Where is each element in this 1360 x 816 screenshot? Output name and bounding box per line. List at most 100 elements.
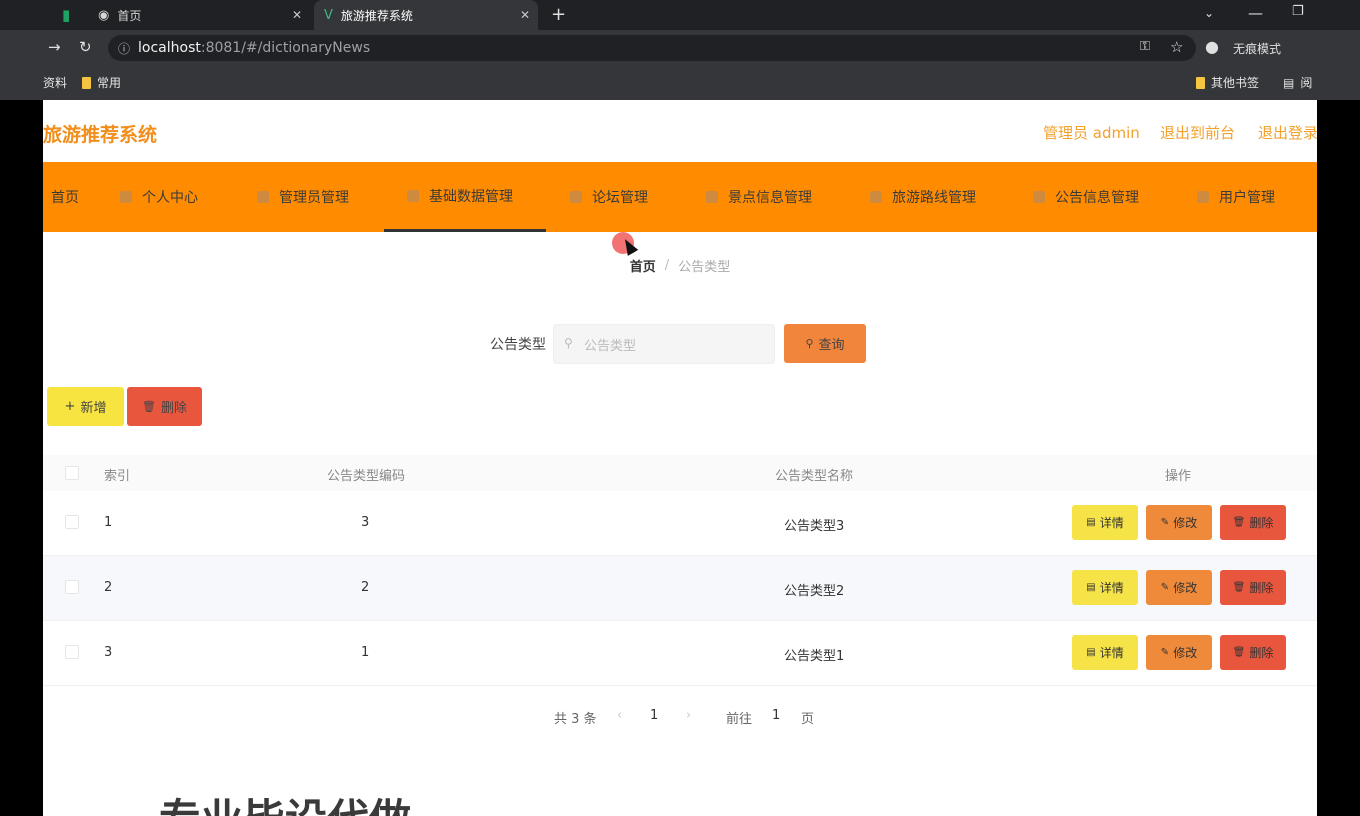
prev-page-icon[interactable]: ‹ [617, 708, 622, 723]
cell-name: 公告类型1 [784, 649, 845, 664]
new-tab-button[interactable]: + [551, 4, 566, 25]
url-path: :8081/#/dictionaryNews [200, 40, 371, 56]
table-row: 3 1 公告类型1 ▤ 详情 ✎ 修改 🗑 删除 [43, 621, 1317, 686]
query-button-label: 查询 [818, 338, 845, 353]
edit-label: 修改 [1173, 581, 1198, 595]
forward-icon[interactable]: → [48, 38, 61, 56]
breadcrumb-home[interactable]: 首页 [630, 256, 656, 275]
search-placeholder: 公告类型 [584, 338, 637, 354]
nav-item-attractions[interactable]: 景点信息管理 [706, 162, 812, 232]
nav-item-announcements[interactable]: 公告信息管理 [1033, 162, 1139, 232]
back-to-front-link[interactable]: 退出到前台 [1160, 122, 1235, 143]
url-host: localhost [138, 40, 201, 56]
detail-button[interactable]: ▤ 详情 [1072, 635, 1138, 670]
column-header-actions: 操作 [1165, 469, 1192, 484]
page-number[interactable]: 1 [650, 708, 658, 723]
cell-code: 3 [361, 515, 370, 530]
query-button[interactable]: ⚲ 查询 [784, 324, 866, 363]
close-tab-icon[interactable]: ✕ [520, 8, 530, 22]
minimize-icon[interactable]: — [1248, 4, 1263, 22]
row-checkbox[interactable] [65, 645, 79, 659]
nav-item-profile[interactable]: 个人中心 [120, 162, 198, 232]
nav-item-users[interactable]: 用户管理 [1197, 162, 1275, 232]
delete-button[interactable]: 🗑 删除 [1220, 505, 1286, 540]
attraction-icon [706, 191, 718, 203]
document-icon: ▤ [1086, 517, 1096, 528]
nav-label: 公告信息管理 [1055, 190, 1139, 206]
address-bar[interactable]: ⓘ localhost:8081/#/dictionaryNews [108, 35, 1196, 61]
bookmark-item[interactable]: 资料 [43, 74, 67, 91]
announcement-icon [1033, 191, 1045, 203]
next-page-icon[interactable]: › [686, 708, 691, 723]
bookmark-label: 资料 [43, 76, 68, 90]
nav-item-home[interactable]: 首页 [51, 162, 79, 232]
goto-page-input[interactable]: 1 [772, 708, 780, 723]
cell-name: 公告类型3 [784, 519, 845, 534]
search-icon: ⚲ [805, 337, 814, 350]
breadcrumb: 首页 / 公告类型 [43, 232, 1317, 298]
detail-button[interactable]: ▤ 详情 [1072, 505, 1138, 540]
reload-icon[interactable]: ↻ [79, 38, 92, 56]
detail-label: 详情 [1099, 516, 1124, 530]
delete-button[interactable]: 🗑 删除 [1220, 635, 1286, 670]
route-icon [870, 191, 882, 203]
nav-item-basic-data[interactable]: 基础数据管理 [384, 162, 546, 232]
vue-icon: V [324, 7, 333, 23]
info-icon[interactable]: ⓘ [118, 40, 130, 57]
delete-button[interactable]: 🗑 删除 [1220, 570, 1286, 605]
incognito-icon: ● [1205, 37, 1219, 56]
table-row: 1 3 公告类型3 ▤ 详情 ✎ 修改 🗑 删除 [43, 491, 1317, 556]
nav-label: 用户管理 [1219, 190, 1275, 206]
row-checkbox[interactable] [65, 580, 79, 594]
user-icon [120, 191, 132, 203]
delete-label: 删除 [1249, 516, 1274, 530]
select-all-checkbox[interactable] [65, 466, 79, 480]
nav-item-routes[interactable]: 旅游路线管理 [870, 162, 976, 232]
search-input[interactable]: ⚲ 公告类型 [553, 324, 775, 364]
add-button[interactable]: + 新增 [47, 387, 124, 426]
pagination: 共 3 条 ‹ 1 › 前往 1 页 [43, 706, 1317, 727]
nav-item-forum[interactable]: 论坛管理 [570, 162, 648, 232]
incognito-label[interactable]: 无痕模式 [1233, 40, 1281, 57]
pencil-icon: ✎ [1160, 582, 1170, 593]
admin-icon [257, 191, 269, 203]
nav-item-admins[interactable]: 管理员管理 [257, 162, 349, 232]
database-icon [407, 189, 419, 202]
cell-code: 2 [361, 580, 370, 595]
bookmarks-bar: 资料 常用 其他书签 ▤ 阅 [0, 66, 1360, 100]
delete-label: 删除 [1249, 581, 1274, 595]
close-tab-icon[interactable]: ✕ [292, 8, 302, 22]
browser-tab-home[interactable]: ◉ 首页 ✕ [88, 0, 310, 30]
bookmark-item[interactable]: 常用 [82, 74, 121, 91]
detail-button[interactable]: ▤ 详情 [1072, 570, 1138, 605]
cell-name: 公告类型2 [784, 584, 845, 599]
globe-icon: ◉ [98, 7, 110, 23]
edit-button[interactable]: ✎ 修改 [1146, 505, 1212, 540]
bookmark-label: 常用 [97, 76, 122, 90]
document-icon: ▤ [1086, 582, 1096, 593]
sheets-icon[interactable]: ▮ [62, 6, 70, 24]
tab-search-icon[interactable]: ⌄ [1204, 6, 1214, 20]
plus-icon: + [64, 399, 76, 414]
pagination-total: 共 3 条 [554, 712, 597, 727]
folder-icon [82, 76, 91, 89]
star-icon[interactable]: ☆ [1170, 38, 1183, 56]
delete-button-label: 删除 [160, 401, 187, 416]
browser-tab-active[interactable]: V 旅游推荐系统 ✕ [314, 0, 538, 30]
bookmark-item[interactable]: ▤ 阅 [1283, 74, 1312, 91]
trash-icon: 🗑 [1232, 582, 1246, 593]
bookmark-item[interactable]: 其他书签 [1196, 74, 1259, 91]
key-icon[interactable]: ⚿ [1140, 39, 1150, 54]
logout-link[interactable]: 退出登录 [1258, 122, 1317, 143]
edit-button[interactable]: ✎ 修改 [1146, 570, 1212, 605]
restore-icon[interactable]: ❐ [1292, 4, 1304, 19]
site-brand: 旅游推荐系统 [43, 124, 158, 146]
nav-label: 管理员管理 [279, 190, 349, 206]
watermark: 专业毕设代做 [159, 786, 411, 816]
row-checkbox[interactable] [65, 515, 79, 529]
users-icon [1197, 191, 1209, 203]
cell-code: 1 [361, 645, 370, 660]
batch-delete-button[interactable]: 🗑 删除 [127, 387, 202, 426]
edit-button[interactable]: ✎ 修改 [1146, 635, 1212, 670]
nav-label: 首页 [51, 190, 79, 206]
